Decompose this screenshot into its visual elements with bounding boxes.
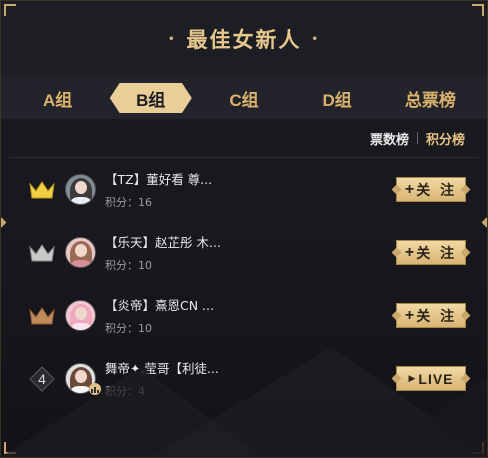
entry-info: 舞帝✦.莹哥【利徒... 积分：4 (105, 358, 270, 399)
title-text: 最佳女新人 (186, 28, 302, 52)
plus-icon: + (404, 180, 415, 198)
corner-ornament (472, 4, 484, 16)
group-tabs: A组 B组 C组 D组 总票榜 (1, 77, 487, 119)
live-bars-icon (89, 383, 101, 395)
list-item: 4 舞帝✦.莹哥【利徒... 积分：4 ▶ LIVE (1, 347, 487, 410)
tab-total-votes[interactable]: 总票榜 (389, 83, 471, 113)
streamer-name[interactable]: 【乐天】赵芷彤 木... (105, 232, 230, 251)
streamer-name[interactable]: 【TZ】董好看 尊... (105, 169, 230, 188)
ranking-list: 【TZ】董好看 尊... 积分：16 + 关 注 【乐天】赵芷彤 木... 积分… (1, 158, 487, 410)
title-dot-right: • (311, 33, 320, 45)
sort-divider (416, 132, 418, 144)
title-dot-left: • (168, 33, 177, 45)
avatar[interactable] (65, 174, 96, 205)
entry-info: 【炎帝】熹恩CN ... 积分：10 (105, 295, 270, 336)
list-item: 【TZ】董好看 尊... 积分：16 + 关 注 (1, 158, 487, 221)
follow-button[interactable]: + 关 注 (396, 240, 466, 265)
panel-title: • 最佳女新人 • (168, 24, 320, 54)
list-item: 【炎帝】熹恩CN ... 积分：10 + 关 注 (1, 284, 487, 347)
gold-crown-icon (29, 180, 55, 198)
live-label: LIVE (418, 370, 454, 387)
play-icon: ▶ (408, 373, 416, 383)
points-value: 积分：4 (105, 385, 145, 398)
streamer-name[interactable]: 【炎帝】熹恩CN ... (105, 295, 230, 314)
follow-label: 关 注 (416, 181, 458, 198)
points-value: 积分：16 (105, 196, 152, 209)
corner-ornament (4, 4, 16, 16)
sort-by-votes[interactable]: 票数榜 (370, 129, 409, 148)
tab-c-group[interactable]: C组 (203, 83, 285, 113)
plus-icon: + (404, 306, 415, 324)
rank-badge: 4 (27, 366, 57, 392)
tab-d-group[interactable]: D组 (296, 83, 378, 113)
rank-badge (27, 177, 57, 203)
rank-badge (27, 303, 57, 329)
corner-ornament (472, 442, 484, 454)
sort-by-points[interactable]: 积分榜 (426, 129, 465, 148)
avatar[interactable] (65, 300, 96, 331)
live-button[interactable]: ▶ LIVE (396, 366, 466, 391)
avatar[interactable] (65, 237, 96, 268)
tab-a-group[interactable]: A组 (17, 83, 99, 113)
sort-switcher: 票数榜 积分榜 (1, 119, 487, 157)
follow-button[interactable]: + 关 注 (396, 177, 466, 202)
award-panel: • 最佳女新人 • A组 B组 C组 D组 总票榜 票数榜 积分榜 【TZ】董好… (0, 0, 488, 458)
bronze-crown-icon (29, 306, 55, 324)
rank-badge (27, 240, 57, 266)
follow-button[interactable]: + 关 注 (396, 303, 466, 328)
avatar[interactable] (65, 363, 101, 395)
entry-info: 【乐天】赵芷彤 木... 积分：10 (105, 232, 270, 273)
entry-info: 【TZ】董好看 尊... 积分：16 (105, 169, 270, 210)
list-item: 【乐天】赵芷彤 木... 积分：10 + 关 注 (1, 221, 487, 284)
corner-ornament (4, 442, 16, 454)
points-value: 积分：10 (105, 259, 152, 272)
follow-label: 关 注 (416, 307, 458, 324)
title-bar: • 最佳女新人 • (1, 1, 487, 77)
tab-b-group[interactable]: B组 (109, 83, 192, 113)
points-value: 积分：10 (105, 322, 152, 335)
rank-number: 4 (31, 368, 53, 390)
streamer-name[interactable]: 舞帝✦.莹哥【利徒... (105, 358, 230, 377)
plus-icon: + (404, 243, 415, 261)
follow-label: 关 注 (416, 244, 458, 261)
silver-crown-icon (29, 243, 55, 261)
